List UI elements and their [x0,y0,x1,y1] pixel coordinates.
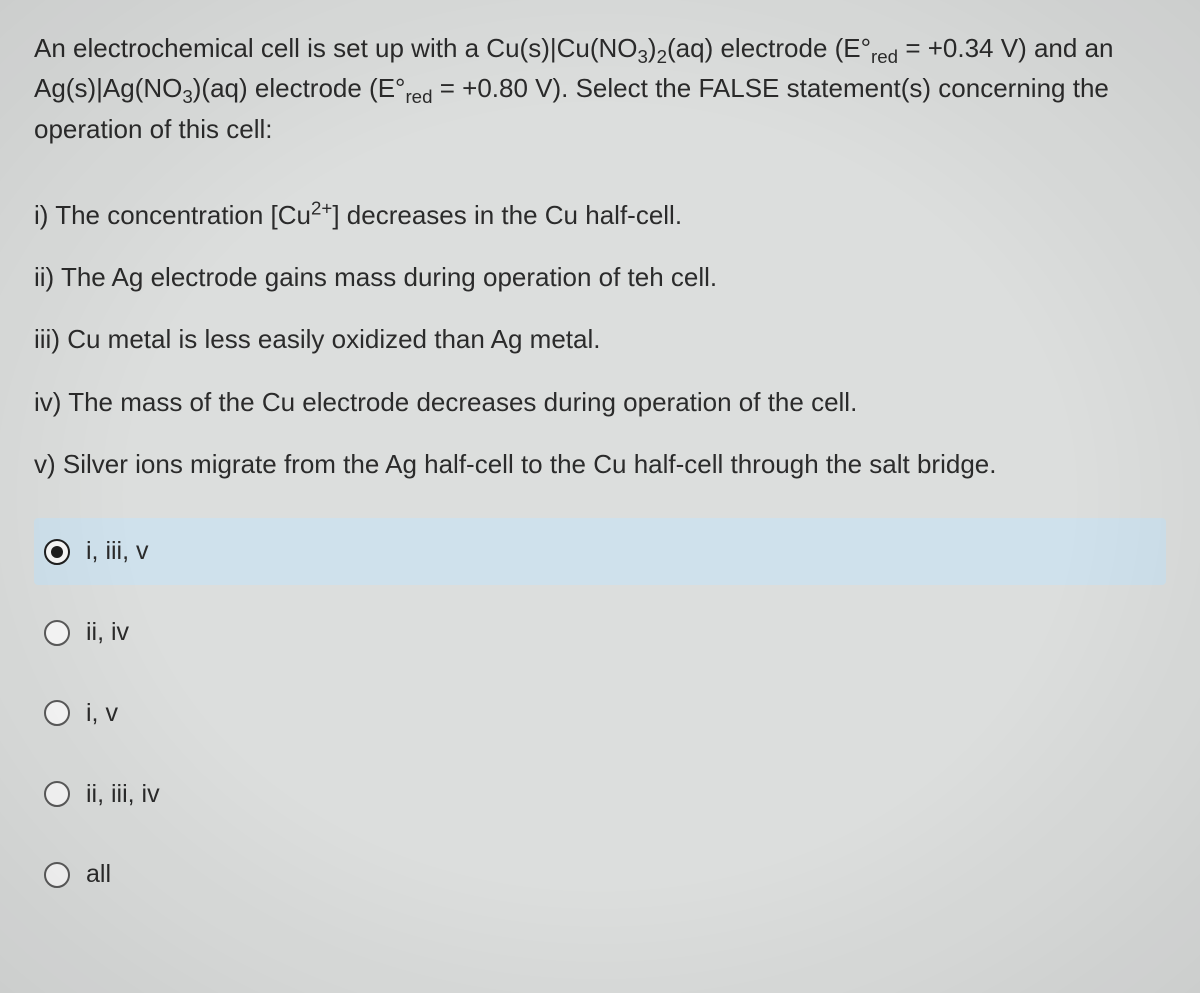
option-label: ii, iii, iv [86,775,160,814]
statement-ii: ii) The Ag electrode gains mass during o… [34,257,1166,297]
statements-list: i) The concentration [Cu2+] decreases in… [34,195,1166,484]
option-1[interactable]: i, iii, v [34,518,1166,585]
option-label: ii, iv [86,613,129,652]
statement-i: i) The concentration [Cu2+] decreases in… [34,195,1166,235]
quiz-page: An electrochemical cell is set up with a… [0,0,1200,950]
option-4[interactable]: ii, iii, iv [34,761,1166,828]
question-text: An electrochemical cell is set up with a… [34,28,1166,149]
radio-icon [44,700,70,726]
option-label: i, v [86,694,118,733]
radio-icon [44,539,70,565]
statement-iv: iv) The mass of the Cu electrode decreas… [34,382,1166,422]
radio-icon [44,620,70,646]
option-3[interactable]: i, v [34,680,1166,747]
statement-iii: iii) Cu metal is less easily oxidized th… [34,319,1166,359]
radio-icon [44,781,70,807]
radio-icon [44,862,70,888]
option-label: i, iii, v [86,532,149,571]
option-label: all [86,855,111,894]
option-2[interactable]: ii, iv [34,599,1166,666]
option-5[interactable]: all [34,841,1166,908]
question-intro: An electrochemical cell is set up with a… [34,33,1113,144]
answer-options: i, iii, v ii, iv i, v ii, iii, iv all [34,518,1166,908]
statement-v: v) Silver ions migrate from the Ag half-… [34,444,1166,484]
